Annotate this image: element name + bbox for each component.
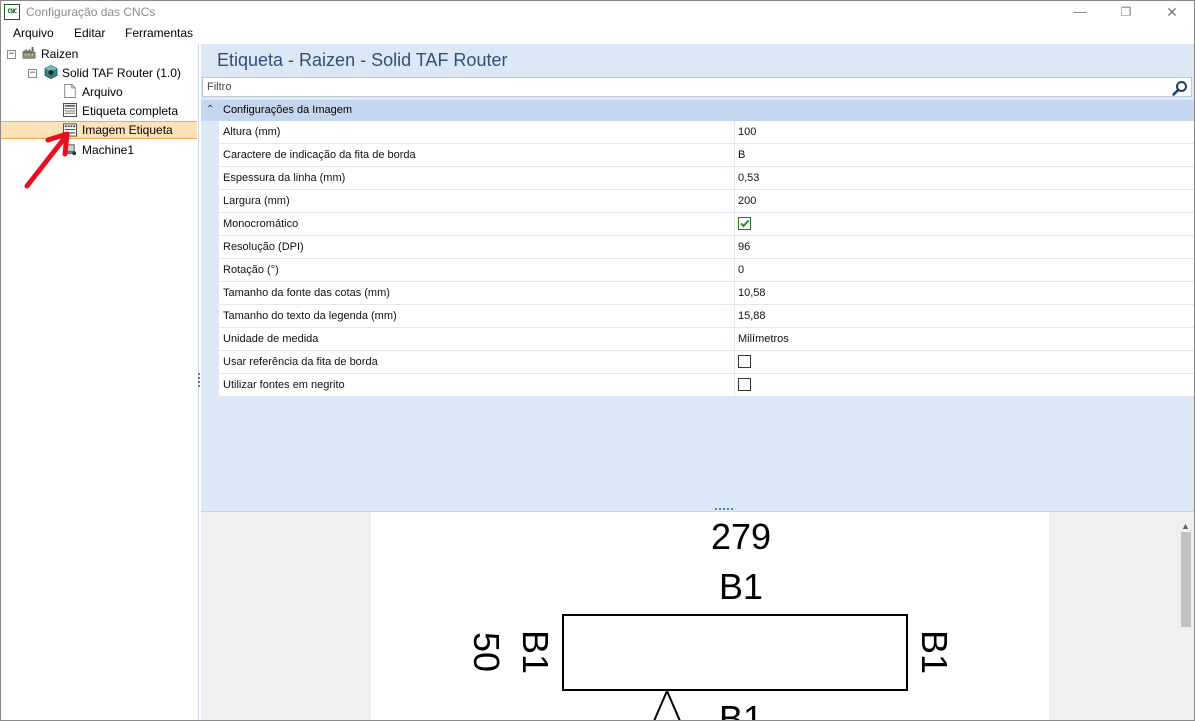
property-row[interactable]: Rotação (°) 0 [219, 259, 1194, 282]
tree-item-arquivo[interactable]: Arquivo [82, 83, 123, 101]
menu-editar[interactable]: Editar [74, 26, 105, 40]
chevron-up-icon[interactable]: ⌃ [206, 104, 214, 115]
tree-item-etiqueta-completa[interactable]: Etiqueta completa [82, 102, 178, 120]
column-divider [734, 259, 735, 281]
column-divider [734, 190, 735, 212]
column-divider [734, 167, 735, 189]
minimize-button[interactable]: — [1057, 1, 1103, 23]
edge-top-label: B1 [719, 566, 763, 607]
column-divider [734, 236, 735, 258]
panel-outline [562, 614, 908, 691]
close-button[interactable]: ✕ [1149, 1, 1194, 23]
menu-ferramentas[interactable]: Ferramentas [125, 26, 193, 40]
scroll-up-icon[interactable]: ▲ [1181, 521, 1190, 531]
property-name: Resolução (DPI) [223, 241, 304, 253]
property-value[interactable]: 200 [738, 195, 756, 207]
factory-icon [22, 46, 36, 59]
machine-expander[interactable]: − [28, 69, 37, 78]
edge-right-label: B1 [914, 630, 955, 674]
property-row[interactable]: Tamanho da fonte das cotas (mm) 10,58 [219, 282, 1194, 305]
preview-canvas: 279 B1 50 B1 B1 B1 [371, 512, 1049, 721]
property-name: Rotação (°) [223, 264, 279, 276]
height-dimension: 50 [466, 632, 507, 672]
cnc-cube-icon [44, 65, 58, 79]
property-row[interactable]: Tamanho do texto da legenda (mm) 15,88 [219, 305, 1194, 328]
column-divider [734, 351, 735, 373]
column-divider [734, 305, 735, 327]
label-drawing: 279 B1 50 B1 B1 B1 [466, 516, 955, 721]
property-row[interactable]: Espessura da linha (mm) 0,53 [219, 167, 1194, 190]
property-name: Tamanho da fonte das cotas (mm) [223, 287, 390, 299]
property-row[interactable]: Altura (mm) 100 [219, 121, 1194, 144]
tree-item-imagem-etiqueta[interactable]: Imagem Etiqueta [82, 121, 173, 139]
property-name: Largura (mm) [223, 195, 290, 207]
category-configuracoes-imagem[interactable]: ⌃ Configurações da Imagem [201, 100, 1194, 121]
menu-bar: Arquivo Editar Ferramentas [1, 23, 1194, 43]
property-name: Monocromático [223, 218, 299, 230]
column-divider [734, 282, 735, 304]
root-expander[interactable]: − [7, 50, 16, 59]
title-bar[interactable]: CNC Configuração das CNCs — ❐ ✕ [1, 1, 1194, 23]
checkmark-icon [740, 219, 750, 228]
property-name: Espessura da linha (mm) [223, 172, 346, 184]
property-value[interactable]: Milímetros [738, 333, 789, 345]
reference-triangle-icon [653, 688, 681, 720]
property-rows: Altura (mm) 100 Caractere de indicação d… [219, 121, 1194, 397]
property-grid: ⌃ Configurações da Imagem Altura (mm) 10… [201, 100, 1194, 400]
property-name: Usar referência da fita de borda [223, 356, 378, 368]
window-title: Configuração das CNCs [26, 5, 156, 19]
property-name: Caractere de indicação da fita de borda [223, 149, 416, 161]
app-window: CNC Configuração das CNCs — ❐ ✕ Arquivo … [0, 0, 1195, 721]
edge-left-label: B1 [515, 630, 556, 674]
search-icon[interactable] [1172, 80, 1188, 96]
properties-area: Etiqueta - Raizen - Solid TAF Router ⌃ C… [201, 44, 1194, 720]
tree-item-machine1[interactable]: Machine1 [82, 141, 134, 159]
property-value[interactable]: 10,58 [738, 287, 766, 299]
property-value[interactable]: 96 [738, 241, 750, 253]
tree-item-raizen[interactable]: Raizen [41, 45, 78, 63]
property-value[interactable]: 0 [738, 264, 744, 276]
property-row[interactable]: Caractere de indicação da fita de borda … [219, 144, 1194, 167]
column-divider [734, 144, 735, 166]
column-divider [734, 374, 735, 396]
property-name: Tamanho do texto da legenda (mm) [223, 310, 397, 322]
tree-item-solid-taf-router[interactable]: Solid TAF Router (1.0) [62, 64, 181, 82]
property-row[interactable]: Largura (mm) 200 [219, 190, 1194, 213]
label-preview: 279 B1 50 B1 B1 B1 ▲ [201, 511, 1194, 721]
property-row[interactable]: Monocromático [219, 213, 1194, 236]
vertical-scrollbar[interactable]: ▲ [1177, 512, 1194, 720]
column-divider [734, 121, 735, 143]
property-row[interactable]: Usar referência da fita de borda [219, 351, 1194, 374]
column-divider [734, 213, 735, 235]
annotation-arrow [24, 131, 70, 189]
filter-box [202, 77, 1192, 97]
filter-input[interactable] [207, 80, 1157, 94]
menu-arquivo[interactable]: Arquivo [13, 26, 54, 40]
edge-bottom-label: B1 [719, 698, 763, 721]
scroll-thumb[interactable] [1181, 532, 1191, 627]
label-icon [63, 103, 77, 117]
category-label: Configurações da Imagem [223, 104, 353, 116]
page-title: Etiqueta - Raizen - Solid TAF Router [217, 50, 508, 70]
config-tree: − Raizen − Solid TAF Router (1.0) Arquiv… [1, 44, 199, 720]
column-divider [734, 328, 735, 350]
property-row[interactable]: Utilizar fontes em negrito [219, 374, 1194, 397]
property-row[interactable]: Resolução (DPI) 96 [219, 236, 1194, 259]
app-icon: CNC [4, 4, 20, 20]
property-value[interactable]: B [738, 149, 745, 161]
fontes-negrito-checkbox[interactable] [738, 378, 751, 391]
property-name: Unidade de medida [223, 333, 319, 345]
monocromatico-checkbox[interactable] [738, 217, 751, 230]
property-name: Utilizar fontes em negrito [223, 379, 345, 391]
usar-referencia-checkbox[interactable] [738, 355, 751, 368]
property-value[interactable]: 100 [738, 126, 756, 138]
property-name: Altura (mm) [223, 126, 281, 138]
document-icon [64, 84, 76, 98]
property-row[interactable]: Unidade de medida Milímetros [219, 328, 1194, 351]
width-dimension: 279 [711, 516, 771, 557]
maximize-button[interactable]: ❐ [1103, 1, 1149, 23]
property-value[interactable]: 15,88 [738, 310, 766, 322]
property-value[interactable]: 0,53 [738, 172, 759, 184]
